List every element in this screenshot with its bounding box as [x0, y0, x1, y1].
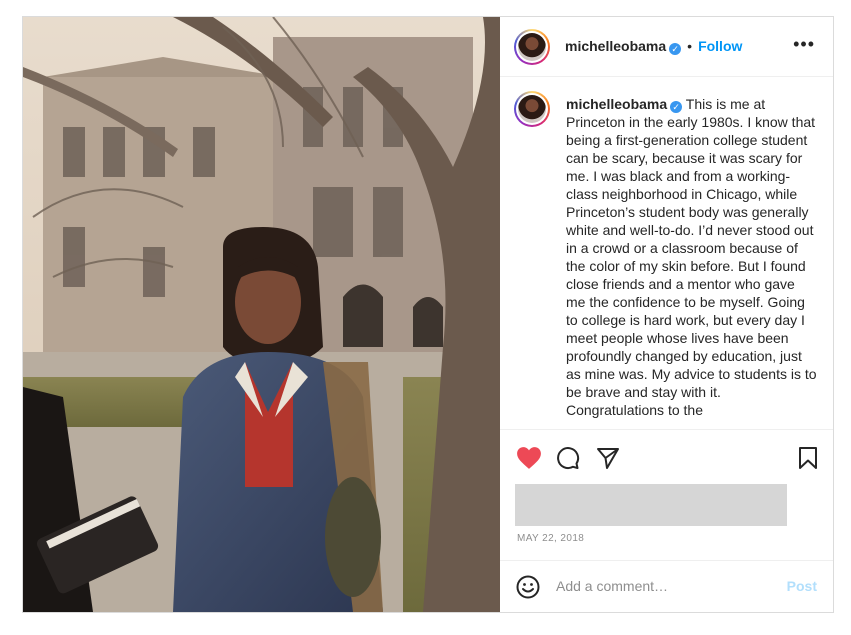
bookmark-icon[interactable] [798, 446, 818, 475]
author-avatar[interactable] [514, 29, 550, 65]
caption: michelleobama ✓ This is me at Princeton i… [566, 95, 818, 419]
paper-plane-icon[interactable] [596, 446, 620, 475]
header-user-line: michelleobama ✓ • Follow [565, 38, 742, 55]
author-username[interactable]: michelleobama [565, 38, 666, 54]
add-comment-bar: Post [500, 560, 833, 612]
comment-input[interactable] [556, 575, 776, 597]
post-side-panel: michelleobama ✓ • Follow ••• michelleobama ✓… [500, 17, 833, 612]
likes-placeholder [515, 484, 787, 526]
verified-badge-icon: ✓ [669, 43, 682, 55]
post-header: michelleobama ✓ • Follow ••• [500, 17, 833, 77]
post-comment-button[interactable]: Post [787, 578, 817, 594]
photo-illustration [23, 17, 500, 612]
header-separator: • [687, 38, 693, 54]
instagram-post: michelleobama ✓ • Follow ••• michelleobama ✓… [22, 16, 834, 613]
comment-icon[interactable] [556, 446, 580, 475]
follow-button[interactable]: Follow [698, 38, 742, 54]
verified-badge-icon: ✓ [670, 101, 683, 113]
post-date[interactable]: MAY 22, 2018 [517, 533, 584, 544]
heart-icon[interactable] [516, 446, 542, 475]
caption-author-avatar[interactable] [514, 91, 550, 127]
caption-username[interactable]: michelleobama [566, 96, 667, 112]
caption-text: This is me at Princeton in the early 198… [566, 96, 817, 418]
smiley-icon[interactable] [516, 575, 540, 604]
caption-area: michelleobama ✓ This is me at Princeton i… [500, 77, 833, 429]
action-bar [500, 429, 833, 489]
post-photo[interactable] [23, 17, 500, 612]
more-options-icon[interactable]: ••• [793, 35, 815, 53]
